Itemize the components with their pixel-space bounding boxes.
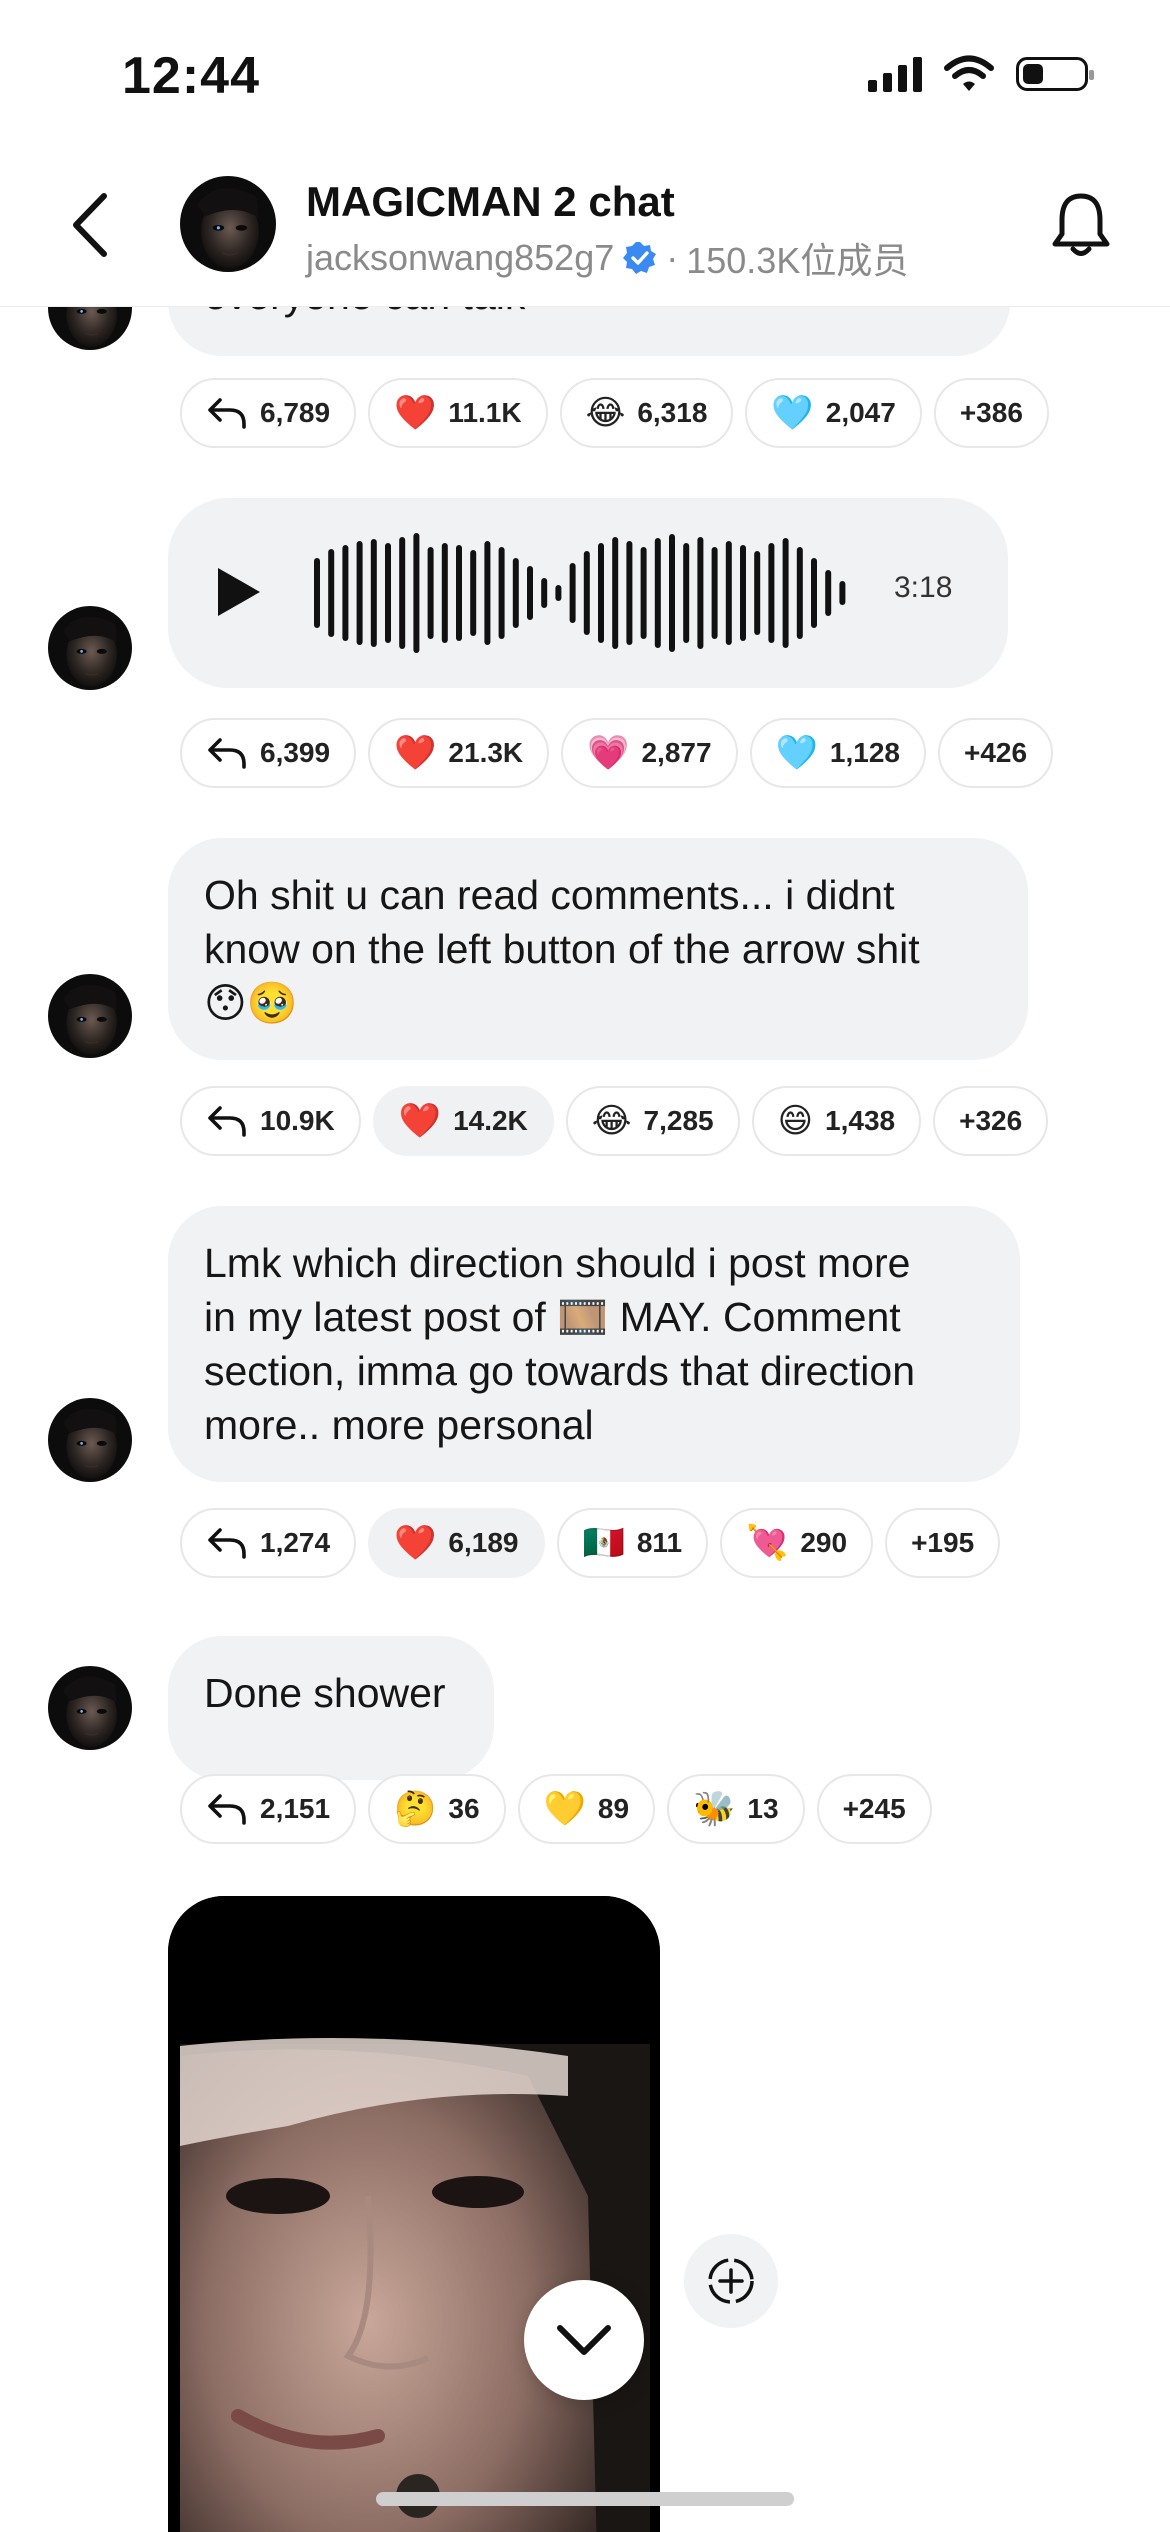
cellular-signal-icon (868, 56, 922, 92)
message-line: know on the left button of the arrow shi… (204, 926, 920, 972)
member-count: 150.3K位成员 (686, 240, 909, 281)
scroll-to-bottom-button[interactable] (524, 2280, 644, 2400)
reaction-pill[interactable]: 💘 290 (720, 1508, 874, 1578)
more-reactions-button[interactable]: +195 (885, 1508, 1001, 1578)
reaction-bar: 1,274 ❤️ 6,189 🇲🇽 811 💘 290 +195 (180, 1508, 1001, 1578)
message-bubble[interactable]: everyone can talk (168, 306, 1010, 356)
reply-count-button[interactable]: 10.9K (180, 1086, 361, 1156)
message-line: Oh shit u can read comments... i didnt (204, 872, 895, 918)
heart-arrow-emoji: 💘 (746, 1523, 789, 1563)
more-reactions-button[interactable]: +245 (816, 1774, 932, 1844)
message-emoji-line: 😯🥹 (204, 979, 298, 1027)
sender-avatar[interactable] (48, 606, 132, 690)
message-line: in my latest post of 🎞️ MAY. Comment (204, 1294, 901, 1340)
message-line: Done shower (204, 1670, 446, 1716)
heart-emoji: ❤️ (394, 393, 437, 433)
reply-count-button[interactable]: 6,789 (180, 378, 357, 448)
reply-arrow-icon (206, 1104, 248, 1138)
reply-arrow-icon (206, 736, 248, 770)
channel-handle: jacksonwang852g7 (306, 237, 615, 278)
reaction-pill-selected[interactable]: ❤️ 14.2K (372, 1086, 554, 1156)
message-bubble[interactable]: Lmk which direction should i post more i… (168, 1206, 1020, 1482)
message-list[interactable]: everyone can talk 6,789 ❤️11.1K 😂6,318 🩵… (0, 306, 1170, 2532)
reaction-bar: 2,151 🤔 36 💛 89 🐝 13 +245 (180, 1774, 932, 1844)
reaction-pill[interactable]: 💗 2,877 (561, 718, 738, 788)
message-line: more.. more personal (204, 1402, 594, 1448)
status-icons (868, 55, 1094, 93)
back-chevron-icon[interactable] (68, 190, 112, 260)
add-reaction-button[interactable] (684, 2234, 778, 2328)
reaction-pill[interactable]: ❤️ 11.1K (368, 378, 548, 448)
bee-emoji: 🐝 (693, 1789, 736, 1829)
more-reactions-button[interactable]: +426 (937, 718, 1054, 788)
message-bubble[interactable]: Done shower (168, 1636, 494, 1780)
reply-arrow-icon (206, 396, 248, 430)
scroll-down-chevron-icon (557, 2325, 611, 2355)
more-reactions-button[interactable]: +386 (933, 378, 1049, 448)
reply-arrow-icon (206, 1526, 248, 1560)
channel-avatar[interactable] (180, 176, 276, 272)
reaction-pill[interactable]: 😂 6,318 (559, 378, 734, 448)
reaction-pill[interactable]: ❤️ 21.3K (368, 718, 550, 788)
status-bar: 12:44 (0, 0, 1170, 150)
sender-avatar[interactable] (48, 306, 132, 350)
message-bubble[interactable]: Oh shit u can read comments... i didnt k… (168, 838, 1028, 1060)
play-icon[interactable] (218, 568, 260, 616)
voice-duration: 3:18 (894, 571, 953, 604)
message-line: section, imma go towards that direction (204, 1348, 915, 1394)
home-indicator[interactable] (376, 2492, 794, 2506)
reaction-pill[interactable]: 🩵 1,128 (749, 718, 926, 788)
reaction-bar: 6,789 ❤️ 11.1K 😂 6,318 🩵 2,047 +386 (180, 378, 1049, 448)
sender-avatar[interactable] (48, 1666, 132, 1750)
reaction-pill-selected[interactable]: ❤️ 6,189 (368, 1508, 545, 1578)
status-time: 12:44 (122, 47, 260, 105)
reaction-pill[interactable]: 😂 7,285 (565, 1086, 740, 1156)
reply-count-button[interactable]: 6,399 (180, 718, 357, 788)
thinking-emoji: 🤔 (394, 1789, 437, 1829)
sender-avatar[interactable] (48, 974, 132, 1058)
message-line: Lmk which direction should i post more (204, 1240, 911, 1286)
yellow-heart-emoji: 💛 (543, 1789, 586, 1829)
bell-icon[interactable] (1048, 190, 1114, 260)
reaction-pill[interactable]: 🐝 13 (667, 1774, 805, 1844)
battery-icon (1016, 57, 1094, 91)
chat-header: MAGICMAN 2 chat jacksonwang852g7 · 150.3… (0, 150, 1170, 307)
reaction-pill[interactable]: 🇲🇽 811 (556, 1508, 709, 1578)
light-blue-heart-emoji: 🩵 (775, 733, 818, 773)
reaction-pill[interactable]: 🩵 2,047 (745, 378, 922, 448)
voice-message[interactable]: 3:18 (168, 498, 1008, 688)
add-reaction-icon (708, 2258, 754, 2304)
channel-title[interactable]: MAGICMAN 2 chat (306, 178, 675, 226)
heart-emoji: ❤️ (398, 1101, 442, 1141)
grinning-emoji: 😄 (777, 1101, 814, 1141)
laughing-emoji: 😂 (591, 1101, 632, 1141)
photo-image (168, 1896, 660, 2532)
channel-subtitle: jacksonwang852g7 · 150.3K位成员 (306, 232, 908, 284)
pink-heart-emoji: 💗 (587, 733, 630, 773)
mexico-flag-emoji: 🇲🇽 (582, 1523, 625, 1563)
heart-emoji: ❤️ (394, 1523, 437, 1563)
reply-arrow-icon (206, 1792, 248, 1826)
sender-avatar[interactable] (48, 1398, 132, 1482)
light-blue-heart-emoji: 🩵 (771, 393, 814, 433)
subtitle-separator: · (666, 237, 679, 278)
verified-badge-icon (623, 242, 657, 274)
wifi-icon (944, 55, 994, 91)
waveform-icon (314, 533, 846, 653)
message-text: everyone can talk (204, 306, 525, 322)
reaction-pill[interactable]: 💛 89 (517, 1774, 656, 1844)
heart-emoji: ❤️ (394, 733, 437, 773)
reaction-pill[interactable]: 🤔 36 (368, 1774, 506, 1844)
reply-count-button[interactable]: 2,151 (180, 1774, 357, 1844)
image-message[interactable] (168, 1896, 660, 2532)
more-reactions-button[interactable]: +326 (933, 1086, 1049, 1156)
reply-count-button[interactable]: 1,274 (180, 1508, 357, 1578)
reaction-bar: 6,399 ❤️ 21.3K 💗 2,877 🩵 1,128 +426 (180, 718, 1054, 788)
laughing-emoji: 😂 (585, 393, 626, 433)
reaction-bar: 10.9K ❤️ 14.2K 😂 7,285 😄 1,438 +326 (180, 1086, 1049, 1156)
reaction-pill[interactable]: 😄 1,438 (751, 1086, 922, 1156)
